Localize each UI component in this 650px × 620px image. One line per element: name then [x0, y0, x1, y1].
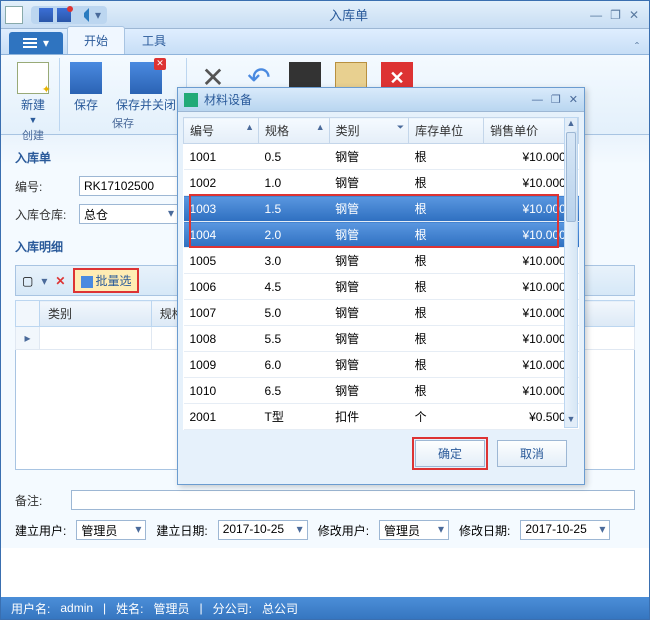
save-button[interactable]: 保存: [66, 60, 106, 115]
new-button[interactable]: 新建▼: [13, 60, 53, 127]
table-row[interactable]: 10021.0钢管根¥10.0000: [184, 170, 579, 196]
minimize-button[interactable]: —: [590, 8, 602, 22]
modify-user-label: 修改用户:: [318, 522, 369, 539]
dialog-icon: [184, 93, 198, 107]
save-close-icon: [130, 62, 162, 94]
status-user: admin: [60, 601, 93, 615]
status-name-label: 姓名:: [116, 600, 143, 617]
filter-icon[interactable]: ⏷: [397, 122, 404, 133]
ribbon-group-create: 新建▼ 创建: [7, 58, 60, 131]
sort-asc-icon: ▲: [245, 122, 254, 132]
id-field[interactable]: [79, 176, 179, 196]
table-row[interactable]: 10075.0钢管根¥10.0000: [184, 300, 579, 326]
sort-asc-icon: ▲: [316, 122, 325, 132]
table-row[interactable]: 10096.0钢管根¥10.0000: [184, 352, 579, 378]
status-branch-label: 分公司:: [213, 600, 252, 617]
audit-row: 建立用户: 管理员 建立日期: 2017-10-25 修改用户: 管理员 修改日…: [15, 520, 635, 540]
scroll-thumb[interactable]: [566, 132, 576, 222]
detail-new-icon[interactable]: ▢: [18, 272, 37, 290]
modify-date-picker[interactable]: 2017-10-25: [520, 520, 610, 540]
create-date-picker[interactable]: 2017-10-25: [218, 520, 308, 540]
col-cat[interactable]: 类别⏷: [329, 118, 408, 144]
save-close-button[interactable]: 保存并关闭: [112, 60, 180, 115]
close-button[interactable]: ✕: [629, 8, 639, 22]
status-branch: 总公司: [262, 600, 298, 617]
status-bar: 用户名:admin | 姓名:管理员 | 分公司:总公司: [1, 597, 649, 619]
dialog-title: 材料设备: [204, 91, 524, 108]
remark-row: 备注:: [15, 490, 635, 510]
group-label-save: 保存: [112, 115, 134, 131]
warehouse-select[interactable]: 总仓: [79, 204, 179, 224]
titlebar: ▾ 入库单 — ❐ ✕: [1, 1, 649, 29]
dialog-close-button[interactable]: ✕: [569, 93, 578, 106]
group-label-create: 创建: [22, 127, 44, 143]
create-date-label: 建立日期:: [156, 522, 207, 539]
ribbon-group-save: 保存 保存并关闭 保存: [60, 58, 187, 131]
menu-icon: [23, 38, 37, 48]
table-row[interactable]: 2001T型扣件个¥0.5000: [184, 404, 579, 430]
qat-save-close-icon[interactable]: [57, 8, 71, 22]
remark-field[interactable]: [71, 490, 635, 510]
table-row[interactable]: 10053.0钢管根¥10.0000: [184, 248, 579, 274]
qat-save-icon[interactable]: [39, 8, 53, 22]
modify-date-label: 修改日期:: [459, 522, 510, 539]
batch-select-icon: [81, 276, 93, 288]
ribbon-collapse-icon[interactable]: ˆ: [635, 40, 639, 54]
warehouse-label: 入库仓库:: [15, 206, 71, 223]
new-icon: [17, 62, 49, 94]
material-dialog: 材料设备 — ❐ ✕ 编号▲ 规格▲ 类别⏷ 库存单位 销售单价 10010.5…: [177, 87, 585, 485]
dialog-minimize-button[interactable]: —: [532, 94, 543, 106]
qat-undo-icon[interactable]: [75, 8, 89, 22]
table-row[interactable]: 10106.5钢管根¥10.0000: [184, 378, 579, 404]
create-user-select[interactable]: 管理员: [76, 520, 146, 540]
window-title: 入库单: [107, 5, 590, 24]
app-icon: [5, 6, 23, 24]
status-user-label: 用户名:: [11, 600, 50, 617]
ribbon-tabs: ▾ 开始 工具 ˆ: [1, 29, 649, 55]
scroll-down-icon[interactable]: ▼: [565, 414, 577, 427]
col-code[interactable]: 编号▲: [184, 118, 259, 144]
dialog-scrollbar[interactable]: ▲ ▼: [564, 117, 578, 428]
ok-button[interactable]: 确定: [415, 440, 485, 467]
tab-tools[interactable]: 工具: [125, 26, 183, 54]
table-row[interactable]: 10031.5钢管根¥10.0000: [184, 196, 579, 222]
col-unit[interactable]: 库存单位: [409, 118, 484, 144]
save-icon: [70, 62, 102, 94]
restore-button[interactable]: ❐: [610, 8, 621, 22]
create-user-label: 建立用户:: [15, 522, 66, 539]
remark-label: 备注:: [15, 492, 71, 509]
table-row[interactable]: 10042.0钢管根¥10.0000: [184, 222, 579, 248]
tab-start[interactable]: 开始: [67, 26, 125, 54]
dialog-titlebar[interactable]: 材料设备 — ❐ ✕: [178, 88, 584, 112]
table-row[interactable]: 10064.5钢管根¥10.0000: [184, 274, 579, 300]
quick-access-toolbar: ▾: [31, 6, 107, 24]
detail-delete-icon[interactable]: ✕: [51, 272, 69, 290]
cancel-button[interactable]: 取消: [497, 440, 567, 467]
material-grid[interactable]: 编号▲ 规格▲ 类别⏷ 库存单位 销售单价 10010.5钢管根¥10.0000…: [183, 117, 579, 430]
id-label: 编号:: [15, 178, 71, 195]
app-menu-button[interactable]: ▾: [9, 32, 63, 54]
batch-select-button[interactable]: 批量选: [73, 268, 139, 293]
table-row[interactable]: 10010.5钢管根¥10.0000: [184, 144, 579, 170]
modify-user-select[interactable]: 管理员: [379, 520, 449, 540]
col-spec[interactable]: 规格▲: [259, 118, 330, 144]
scroll-up-icon[interactable]: ▲: [565, 118, 577, 131]
status-name: 管理员: [154, 600, 190, 617]
qat-dropdown-icon[interactable]: ▾: [95, 8, 101, 22]
col-category[interactable]: 类别: [40, 301, 152, 327]
dialog-maximize-button[interactable]: ❐: [551, 93, 561, 106]
table-row[interactable]: 10085.5钢管根¥10.0000: [184, 326, 579, 352]
